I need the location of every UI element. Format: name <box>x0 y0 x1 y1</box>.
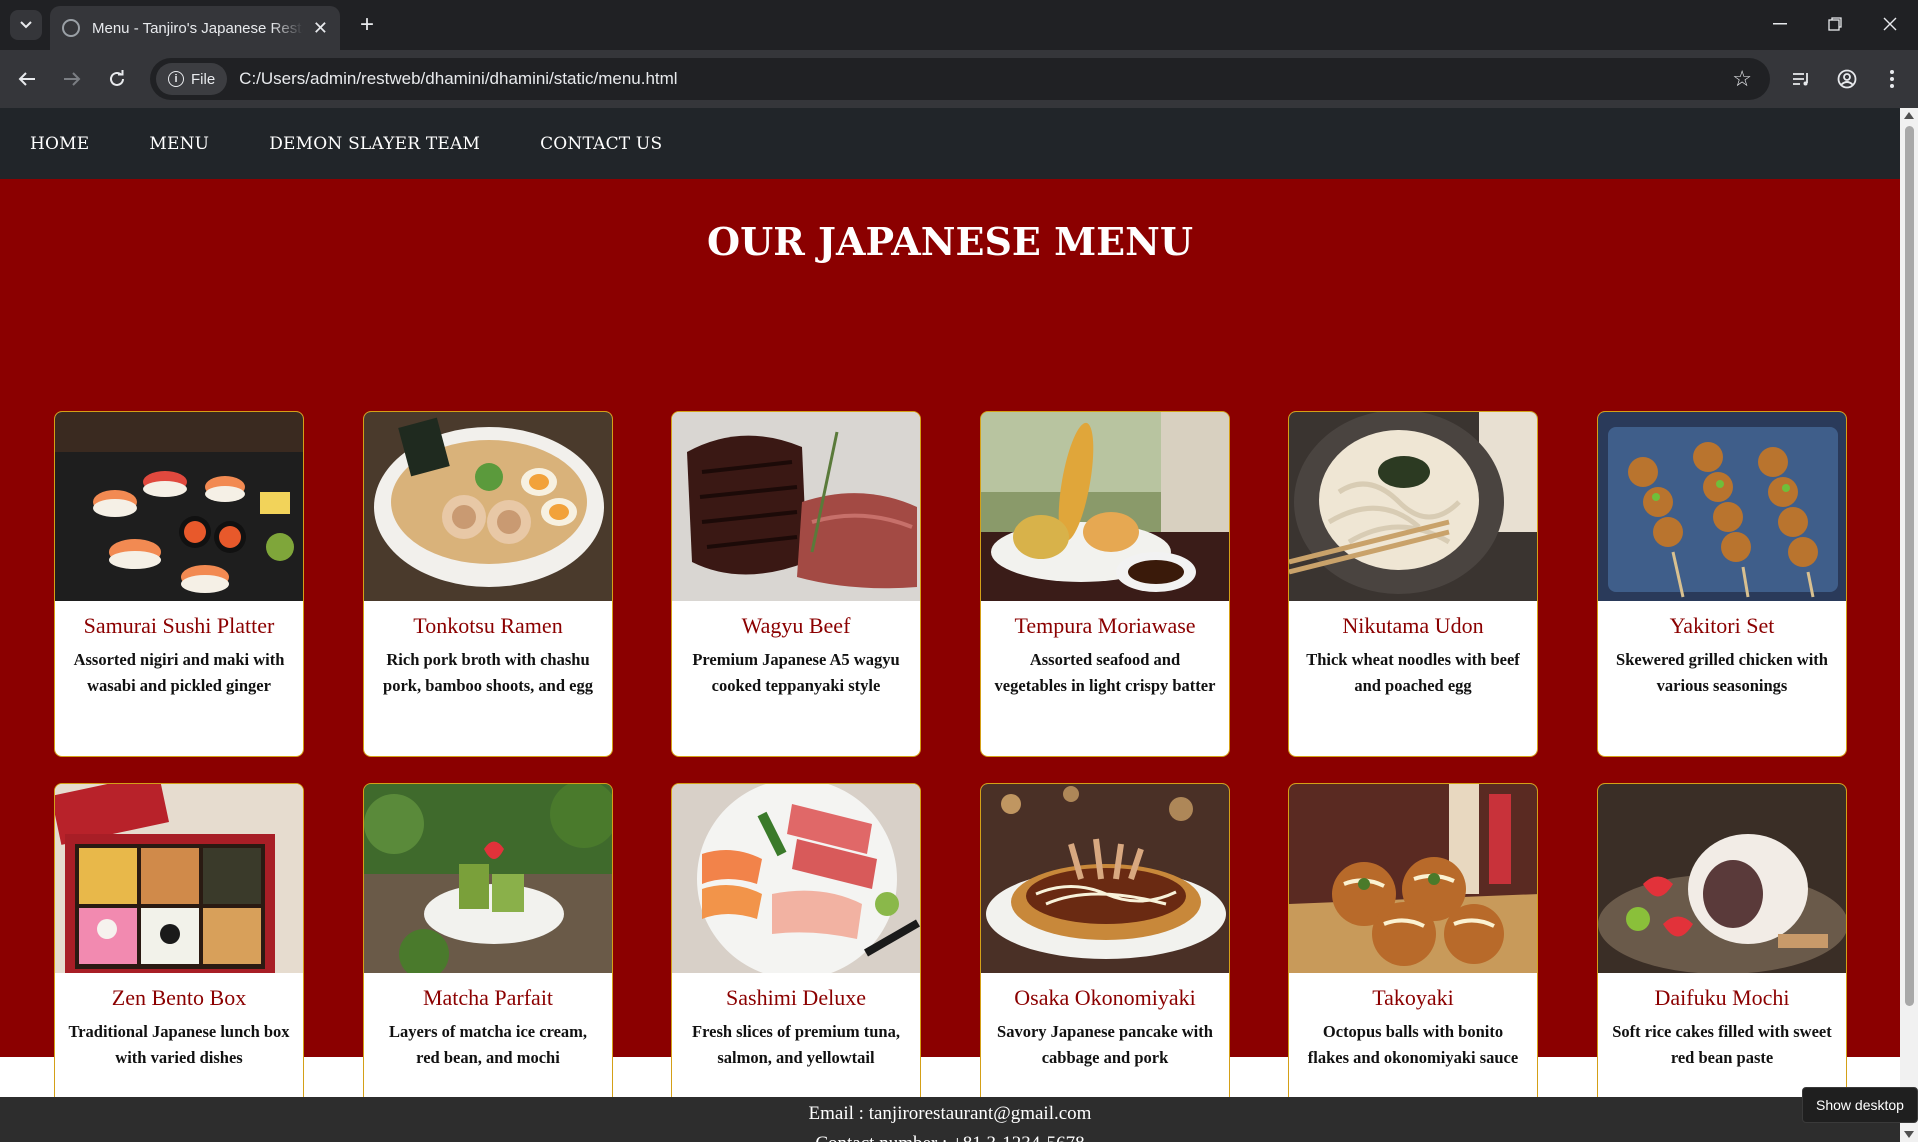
profile-button[interactable] <box>1830 62 1864 96</box>
matcha-parfait-image <box>364 784 612 973</box>
browser-tab-bar: Menu - Tanjiro's Japanese Restaurant ✕ + <box>0 0 1918 50</box>
dish-name: Wagyu Beef <box>741 613 851 638</box>
dish-name: Daifuku Mochi <box>1654 985 1790 1010</box>
nav-team-link[interactable]: DEMON SLAYER TEAM <box>269 134 480 154</box>
browser-tab-active[interactable]: Menu - Tanjiro's Japanese Restaurant ✕ <box>50 6 340 50</box>
menu-card[interactable]: Wagyu Beef Premium Japanese A5 wagyu coo… <box>671 411 921 757</box>
forward-button[interactable] <box>55 62 89 96</box>
menu-card[interactable]: Takoyaki Octopus balls with bonito flake… <box>1288 783 1538 1129</box>
scroll-up-icon[interactable] <box>1904 112 1914 119</box>
menu-card[interactable]: Daifuku Mochi Soft rice cakes filled wit… <box>1597 783 1847 1129</box>
sushi-platter-image <box>55 412 303 601</box>
minimize-icon <box>1773 23 1787 25</box>
tab-title: Menu - Tanjiro's Japanese Restaurant <box>92 19 303 37</box>
nav-contact-link[interactable]: CONTACT US <box>540 134 662 154</box>
menu-card[interactable]: Yakitori Set Skewered grilled chicken wi… <box>1597 411 1847 757</box>
dish-name: Osaka Okonomiyaki <box>1014 985 1196 1010</box>
tempura-image <box>981 412 1229 601</box>
show-desktop-tooltip: Show desktop <box>1802 1087 1918 1123</box>
wagyu-beef-image <box>672 412 920 601</box>
new-tab-button[interactable]: + <box>352 10 382 40</box>
media-queue-icon <box>1793 73 1808 86</box>
reload-button[interactable] <box>100 62 134 96</box>
menu-card[interactable]: Tempura Moriawase Assorted seafood and v… <box>980 411 1230 757</box>
footer-email: Email : tanjirorestaurant@gmail.com <box>808 1103 1092 1124</box>
back-button[interactable] <box>10 62 44 96</box>
dish-description: Skewered grilled chicken with various se… <box>1616 650 1828 695</box>
arrow-right-icon <box>64 72 81 86</box>
menu-card[interactable]: Samurai Sushi Platter Assorted nigiri an… <box>54 411 304 757</box>
account-icon <box>1837 69 1857 89</box>
sashimi-image <box>672 784 920 973</box>
dish-description: Premium Japanese A5 wagyu cooked teppany… <box>692 650 900 695</box>
ramen-image <box>364 412 612 601</box>
restore-button[interactable] <box>1815 8 1855 40</box>
dish-description: Layers of matcha ice cream, red bean, an… <box>388 1022 588 1067</box>
daifuku-mochi-image <box>1598 784 1846 973</box>
okonomiyaki-image <box>981 784 1229 973</box>
browser-menu-button[interactable] <box>1875 62 1909 96</box>
dish-name: Tonkotsu Ramen <box>413 613 563 638</box>
tab-search-button[interactable] <box>10 10 42 40</box>
close-icon <box>1883 17 1897 31</box>
address-bar[interactable]: i File C:/Users/admin/restweb/dhamini/dh… <box>150 58 1770 100</box>
restore-icon <box>1828 17 1842 31</box>
dish-description: Soft rice cakes filled with sweet red be… <box>1612 1022 1832 1067</box>
url-text[interactable]: C:/Users/admin/restweb/dhamini/dhamini/s… <box>239 69 677 89</box>
dish-description: Octopus balls with bonito flakes and oko… <box>1307 1022 1519 1067</box>
media-controls-button[interactable] <box>1785 62 1819 96</box>
reload-icon <box>110 70 124 86</box>
menu-heading: OUR JAPANESE MENU <box>706 219 1194 264</box>
scrollbar-thumb[interactable] <box>1905 126 1914 1006</box>
dish-name: Nikutama Udon <box>1342 613 1484 638</box>
browser-toolbar: i File C:/Users/admin/restweb/dhamini/dh… <box>0 50 1918 108</box>
arrow-left-icon <box>18 72 35 86</box>
bookmark-star-icon[interactable]: ☆ <box>1732 66 1752 92</box>
site-info-chip[interactable]: i File <box>156 63 228 95</box>
info-icon: i <box>168 71 184 87</box>
dish-name: Zen Bento Box <box>111 985 247 1010</box>
close-window-button[interactable] <box>1870 8 1910 40</box>
site-navbar: HOME MENU DEMON SLAYER TEAM CONTACT US <box>0 108 1900 179</box>
nav-home-link[interactable]: HOME <box>30 134 89 154</box>
site-info-label: File <box>191 70 216 88</box>
dish-name: Tempura Moriawase <box>1014 613 1196 638</box>
dish-description: Rich pork broth with chashu pork, bamboo… <box>383 650 593 695</box>
udon-image <box>1289 412 1537 601</box>
dish-description: Fresh slices of premium tuna, salmon, an… <box>692 1022 900 1067</box>
yakitori-image <box>1598 412 1846 601</box>
menu-card[interactable]: Matcha Parfait Layers of matcha ice crea… <box>363 783 613 1129</box>
dish-description: Traditional Japanese lunch box with vari… <box>68 1022 290 1067</box>
dish-description: Thick wheat noodles with beef and poache… <box>1306 650 1520 695</box>
close-tab-icon[interactable]: ✕ <box>313 18 328 39</box>
dish-name: Samurai Sushi Platter <box>83 613 275 638</box>
menu-card[interactable]: Tonkotsu Ramen Rich pork broth with chas… <box>363 411 613 757</box>
menu-card[interactable]: Sashimi Deluxe Fresh slices of premium t… <box>671 783 921 1129</box>
page-viewport: HOME MENU DEMON SLAYER TEAM CONTACT US O… <box>0 108 1918 1142</box>
scroll-down-icon[interactable] <box>1904 1131 1914 1138</box>
site-footer: Email : tanjirorestaurant@gmail.com Cont… <box>0 1097 1900 1142</box>
chevron-down-icon <box>20 21 32 29</box>
takoyaki-image <box>1289 784 1537 973</box>
globe-icon <box>62 19 80 37</box>
menu-card[interactable]: Nikutama Udon Thick wheat noodles with b… <box>1288 411 1538 757</box>
menu-card[interactable]: Zen Bento Box Traditional Japanese lunch… <box>54 783 304 1129</box>
vertical-scrollbar[interactable] <box>1900 108 1918 1142</box>
dish-name: Takoyaki <box>1372 985 1454 1010</box>
bento-box-image <box>55 784 303 973</box>
menu-card[interactable]: Osaka Okonomiyaki Savory Japanese pancak… <box>980 783 1230 1129</box>
dish-description: Assorted seafood and vegetables in light… <box>994 650 1216 695</box>
dish-description: Savory Japanese pancake with cabbage and… <box>997 1022 1213 1067</box>
dish-name: Sashimi Deluxe <box>726 985 866 1010</box>
footer-contact-number: Contact number : +81 3-1234-5678 <box>0 1133 1900 1142</box>
dish-description: Assorted nigiri and maki with wasabi and… <box>73 650 285 695</box>
menu-section: OUR JAPANESE MENU Samurai Sushi Platter … <box>0 179 1900 1129</box>
minimize-button[interactable] <box>1760 8 1800 40</box>
nav-menu-link[interactable]: MENU <box>149 134 209 154</box>
dish-name: Yakitori Set <box>1669 613 1775 638</box>
dish-name: Matcha Parfait <box>422 985 554 1010</box>
more-vertical-icon <box>1890 70 1894 88</box>
